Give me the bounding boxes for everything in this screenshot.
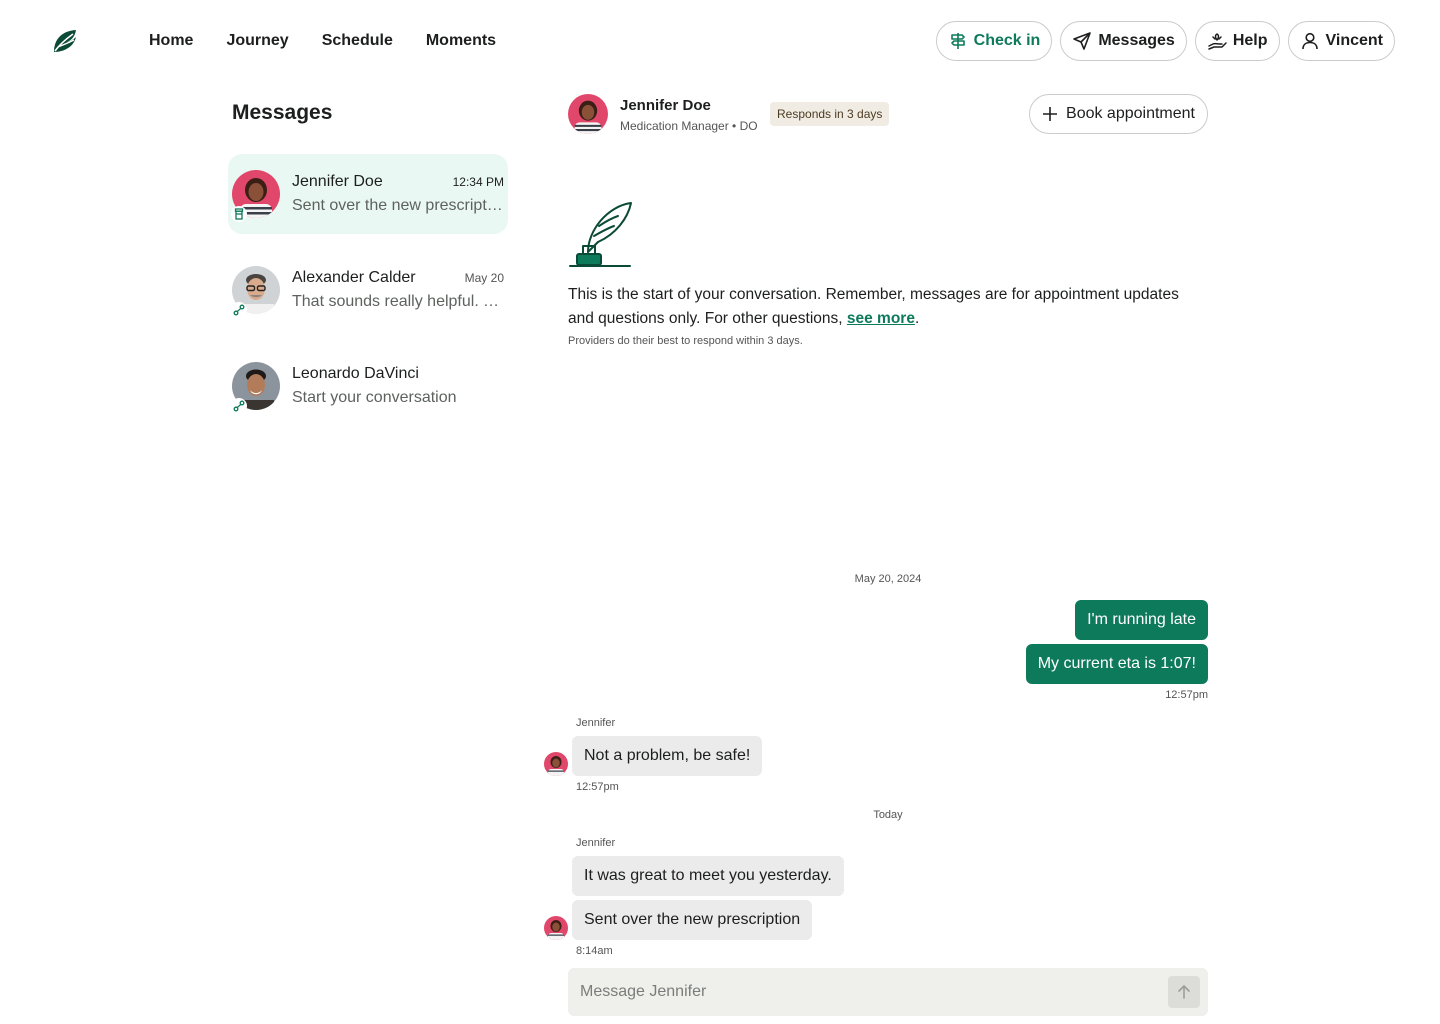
book-appointment-label: Book appointment bbox=[1066, 105, 1195, 122]
sender-avatar bbox=[544, 752, 568, 776]
conversation-preview: That sounds really helpful. Thanks! bbox=[292, 293, 506, 310]
outgoing-message: My current eta is 1:07! bbox=[1025, 644, 1208, 684]
avatar-jennifer bbox=[231, 170, 280, 222]
see-more-link[interactable]: see more bbox=[847, 310, 915, 327]
conversation-preview: Sent over the new prescription bbox=[292, 197, 506, 214]
date-separator: May 20, 2024 bbox=[854, 573, 922, 585]
incoming-message: It was great to meet you yesterday. bbox=[572, 856, 844, 896]
messages-title: Messages bbox=[232, 101, 333, 124]
message-timestamp: 8:14am bbox=[576, 945, 613, 957]
conversation-name: Alexander Calder bbox=[292, 269, 416, 286]
conversation-intro: This is the start of your conversation. … bbox=[568, 283, 1188, 331]
conversation-item-jennifer[interactable]: Jennifer Doe 12:34 PM Sent over the new … bbox=[228, 154, 508, 234]
conversation-item-leonardo[interactable]: Leonardo DaVinci Start your conversation bbox=[228, 346, 508, 426]
book-appointment-button[interactable]: Book appointment bbox=[1029, 94, 1208, 134]
user-name: Vincent bbox=[1325, 32, 1384, 49]
link-icon bbox=[231, 302, 247, 318]
nav-links: Home Journey Schedule Moments bbox=[149, 30, 529, 52]
conversation-preview: Start your conversation bbox=[292, 389, 457, 406]
message-composer bbox=[568, 968, 1208, 1016]
plus-icon bbox=[1043, 107, 1058, 121]
response-time-badge: Responds in 3 days bbox=[770, 102, 890, 126]
provider-avatar bbox=[568, 94, 608, 134]
paper-plane-icon bbox=[1073, 32, 1092, 50]
nav-moments[interactable]: Moments bbox=[426, 30, 496, 52]
signpost-icon bbox=[950, 33, 965, 49]
avatar-alexander bbox=[231, 266, 280, 318]
send-button[interactable] bbox=[1168, 976, 1200, 1008]
sender-name: Jennifer bbox=[576, 837, 616, 849]
chat-header: Jennifer Doe Medication Manager • DO Res… bbox=[568, 94, 1208, 134]
conversation-time: 12:34 PM bbox=[452, 175, 504, 189]
check-in-label: Check in bbox=[973, 32, 1041, 49]
sender-name: Jennifer bbox=[576, 717, 616, 729]
date-separator: Today bbox=[873, 809, 903, 821]
message-input[interactable] bbox=[580, 968, 1160, 1016]
user-menu-button[interactable]: Vincent bbox=[1287, 21, 1395, 61]
check-in-button[interactable]: Check in bbox=[935, 21, 1053, 61]
top-navigation: Home Journey Schedule Moments Check in M… bbox=[0, 0, 1440, 82]
incoming-message: Sent over the new prescription bbox=[572, 900, 813, 940]
nav-home[interactable]: Home bbox=[149, 30, 193, 52]
conversation-time: May 20 bbox=[464, 271, 504, 285]
help-label: Help bbox=[1232, 32, 1268, 49]
nav-actions: Check in Messages Help Vincent bbox=[935, 21, 1395, 61]
help-button[interactable]: Help bbox=[1194, 21, 1280, 61]
sender-avatar bbox=[544, 916, 568, 940]
message-timestamp: 12:57pm bbox=[576, 781, 619, 793]
provider-name: Jennifer Doe bbox=[620, 97, 711, 114]
nav-schedule[interactable]: Schedule bbox=[322, 30, 393, 52]
messages-button[interactable]: Messages bbox=[1060, 21, 1187, 61]
conversation-item-alexander[interactable]: Alexander Calder May 20 That sounds real… bbox=[228, 250, 508, 330]
helping-hand-icon bbox=[1208, 33, 1227, 50]
response-note: Providers do their best to respond withi… bbox=[568, 335, 803, 347]
arrow-up-icon bbox=[1178, 985, 1190, 999]
nav-journey[interactable]: Journey bbox=[226, 30, 288, 52]
conversation-name: Leonardo DaVinci bbox=[292, 365, 419, 382]
conversation-list: Jennifer Doe 12:34 PM Sent over the new … bbox=[228, 154, 508, 442]
incoming-message: Not a problem, be safe! bbox=[572, 736, 763, 776]
pill-bottle-icon bbox=[231, 206, 247, 222]
leaf-logo-icon[interactable] bbox=[52, 28, 78, 54]
message-timestamp: 12:57pm bbox=[1165, 689, 1208, 701]
conversation-name: Jennifer Doe bbox=[292, 173, 383, 190]
intro-period: . bbox=[914, 310, 920, 327]
quill-inkwell-icon bbox=[569, 202, 632, 267]
provider-role: Medication Manager • DO bbox=[620, 119, 758, 133]
messages-label: Messages bbox=[1098, 32, 1175, 49]
user-icon bbox=[1301, 32, 1318, 50]
avatar-leonardo bbox=[231, 362, 280, 414]
outgoing-message: I'm running late bbox=[1075, 600, 1208, 640]
link-icon bbox=[231, 398, 247, 414]
